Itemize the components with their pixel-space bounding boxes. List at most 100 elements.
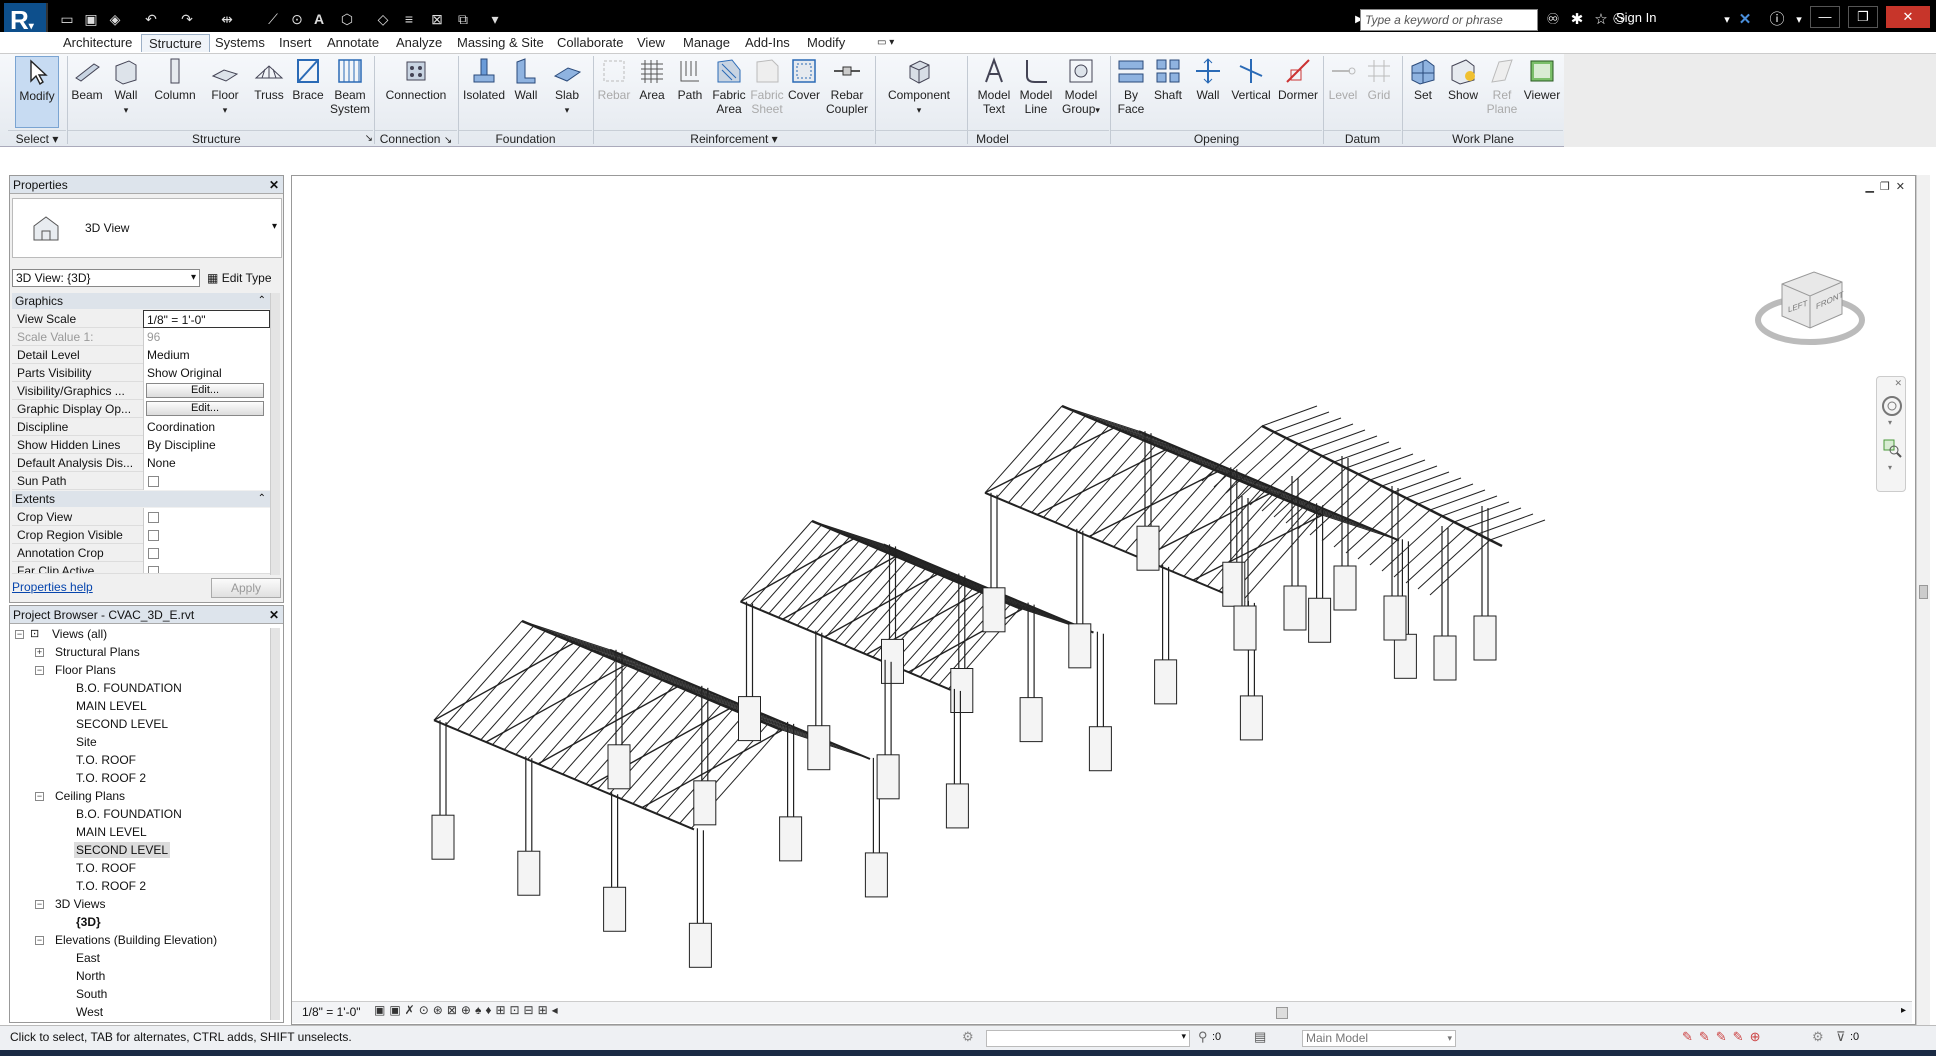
- background-process-icon[interactable]: ⚙: [1812, 1029, 1824, 1045]
- collapse-toggle[interactable]: −: [35, 900, 44, 909]
- 3d-view-canvas[interactable]: ▁❐✕ LEFT FRONT ✕ ▾ ▾: [291, 175, 1916, 1025]
- tree-item-view[interactable]: MAIN LEVEL: [76, 824, 147, 840]
- component-button[interactable]: Component ▾: [884, 56, 954, 117]
- tree-item-view[interactable]: Site: [76, 734, 97, 750]
- undo-icon[interactable]: ↶: [140, 8, 162, 30]
- collapse-toggle[interactable]: −: [35, 936, 44, 945]
- measure-icon[interactable]: ⇹: [216, 8, 238, 30]
- set-button[interactable]: Set: [1406, 56, 1440, 102]
- binoculars-icon[interactable]: ♾: [1542, 9, 1564, 31]
- editable-only-icon[interactable]: ⚲: [1198, 1029, 1208, 1045]
- graphic-display-edit-button[interactable]: Edit...: [146, 401, 264, 416]
- cover-button[interactable]: Cover: [786, 56, 822, 102]
- dimension-icon[interactable]: ⟋: [262, 8, 284, 30]
- edit-type-button[interactable]: ▦ Edit Type: [207, 269, 272, 287]
- tab-architecture[interactable]: Architecture: [56, 34, 139, 52]
- browser-scrollbar[interactable]: [270, 628, 280, 1020]
- tree-item-view[interactable]: North: [76, 968, 105, 984]
- tab-analyze[interactable]: Analyze: [389, 34, 449, 52]
- apply-button[interactable]: Apply: [211, 578, 281, 598]
- save-icon[interactable]: ▣: [80, 8, 102, 30]
- tree-item-view[interactable]: West: [76, 1004, 103, 1020]
- tree-item-elevations[interactable]: Elevations (Building Elevation): [55, 932, 217, 948]
- tab-add-ins[interactable]: Add-Ins: [738, 34, 797, 52]
- text-icon[interactable]: A: [308, 8, 330, 30]
- tab-annotate[interactable]: Annotate: [320, 34, 386, 52]
- properties-scrollbar[interactable]: [270, 293, 280, 575]
- area-button[interactable]: Area: [634, 56, 670, 102]
- tree-item-view[interactable]: T.O. ROOF 2: [76, 770, 146, 786]
- sign-in-link[interactable]: Sign In: [1616, 10, 1656, 25]
- tree-item-view[interactable]: SECOND LEVEL: [76, 716, 168, 732]
- beam-system-button[interactable]: Beam System: [330, 56, 370, 116]
- visibility-graphics-edit-button[interactable]: Edit...: [146, 383, 264, 398]
- modify-button[interactable]: Modify: [15, 56, 59, 128]
- exchange-apps-icon[interactable]: ✕: [1734, 9, 1756, 31]
- tree-item-view[interactable]: South: [76, 986, 107, 1002]
- tab-structure[interactable]: Structure: [141, 34, 210, 52]
- scroll-right-icon[interactable]: ▸: [1901, 1005, 1906, 1016]
- steering-wheel-icon[interactable]: [1881, 395, 1903, 417]
- tree-item-views-all[interactable]: Views (all): [52, 626, 107, 642]
- horizontal-scroll-thumb[interactable]: [1276, 1007, 1288, 1019]
- dormer-button[interactable]: Dormer: [1276, 56, 1320, 102]
- close-hidden-icon[interactable]: ⊠: [426, 8, 448, 30]
- tab-view[interactable]: View: [630, 34, 672, 52]
- help-icon[interactable]: ⓘ: [1766, 9, 1788, 31]
- hidden-lines-field[interactable]: By Discipline: [143, 436, 270, 454]
- fabric-area-button[interactable]: Fabric Area: [710, 56, 748, 116]
- viewcube[interactable]: LEFT FRONT: [1752, 254, 1868, 354]
- far-clip-checkbox[interactable]: [148, 566, 159, 573]
- tree-item-view-active[interactable]: {3D}: [76, 914, 101, 930]
- rebar-coupler-button[interactable]: Rebar Coupler: [824, 56, 870, 116]
- 3d-view-icon[interactable]: ⬡: [336, 8, 358, 30]
- tree-item-view[interactable]: B.O. FOUNDATION: [76, 806, 182, 822]
- beam-button[interactable]: Beam: [68, 56, 106, 102]
- customize-qat-icon[interactable]: ▾: [484, 8, 506, 30]
- search-input[interactable]: Type a keyword or phrase: [1360, 9, 1538, 31]
- tree-item-structural-plans[interactable]: Structural Plans: [55, 644, 140, 660]
- tree-item-view[interactable]: MAIN LEVEL: [76, 698, 147, 714]
- design-option-dropdown[interactable]: Main Model ▾: [1302, 1030, 1456, 1047]
- show-button[interactable]: Show: [1444, 56, 1482, 102]
- discipline-field[interactable]: Coordination: [143, 418, 270, 436]
- floor-button[interactable]: Floor ▾: [205, 56, 245, 117]
- section-extents[interactable]: Extents ⌃: [12, 491, 280, 507]
- parts-visibility-field[interactable]: Show Original: [143, 364, 270, 382]
- tree-item-view[interactable]: T.O. ROOF: [76, 752, 136, 768]
- isolated-button[interactable]: Isolated: [462, 56, 506, 102]
- tree-item-floor-plans[interactable]: Floor Plans: [55, 662, 116, 678]
- chevron-down-icon[interactable]: ▾: [1888, 418, 1892, 427]
- selection-filter-icons[interactable]: ✎✎✎✎⊕: [1682, 1029, 1766, 1045]
- tab-modify[interactable]: Modify: [800, 34, 852, 52]
- viewer-button[interactable]: Viewer: [1522, 56, 1562, 102]
- expand-toggle[interactable]: +: [35, 648, 44, 657]
- tab-insert[interactable]: Insert: [272, 34, 319, 52]
- connection-button[interactable]: Connection: [382, 56, 450, 102]
- collapse-toggle[interactable]: −: [15, 630, 24, 639]
- redo-icon[interactable]: ↷: [176, 8, 198, 30]
- annotation-crop-checkbox[interactable]: [148, 548, 159, 559]
- close-icon[interactable]: ✕: [269, 606, 279, 624]
- brace-button[interactable]: Brace: [290, 56, 326, 102]
- help-dropdown-icon[interactable]: ▾: [1788, 9, 1810, 31]
- workset-dropdown[interactable]: ▾: [986, 1030, 1190, 1047]
- section-graphics[interactable]: Graphics ⌃: [12, 293, 280, 309]
- view-scale-control[interactable]: 1/8" = 1'-0": [302, 1005, 361, 1019]
- tab-manage[interactable]: Manage: [676, 34, 737, 52]
- ref-plane-button[interactable]: Ref Plane: [1484, 56, 1520, 116]
- wall-button[interactable]: Wall ▾: [108, 56, 144, 117]
- crop-view-checkbox[interactable]: [148, 512, 159, 523]
- thin-lines-icon[interactable]: ≡: [398, 8, 420, 30]
- analysis-display-field[interactable]: None: [143, 454, 270, 472]
- tree-item-3d-views[interactable]: 3D Views: [55, 896, 105, 912]
- wall-foundation-button[interactable]: Wall: [508, 56, 544, 102]
- vertical-scrollbar[interactable]: [1916, 175, 1930, 1025]
- fabric-sheet-button[interactable]: Fabric Sheet: [748, 56, 786, 116]
- sun-path-checkbox[interactable]: [148, 476, 159, 487]
- type-selector[interactable]: 3D View ▾: [12, 198, 282, 258]
- section-icon[interactable]: ◇: [372, 8, 394, 30]
- scrollbar-thumb[interactable]: [1919, 585, 1928, 599]
- zoom-icon[interactable]: [1881, 437, 1903, 459]
- column-button[interactable]: Column: [152, 56, 198, 102]
